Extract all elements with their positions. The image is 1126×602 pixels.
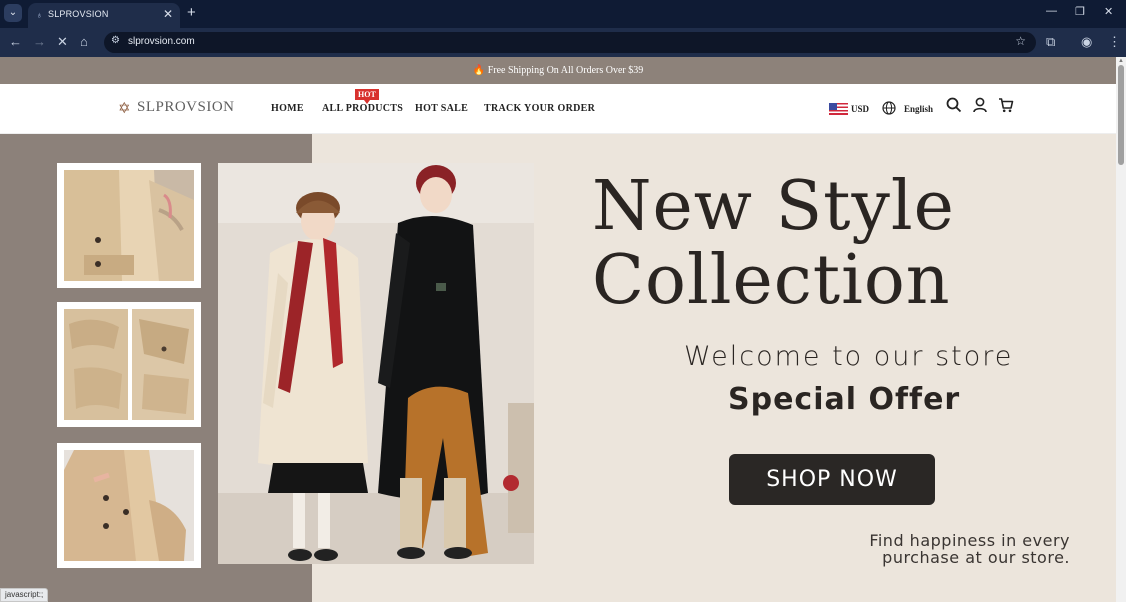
forward-arrow-icon[interactable]: → [33, 34, 46, 50]
bookmark-star-icon[interactable]: ☆ [1015, 34, 1026, 48]
cart-icon[interactable] [998, 97, 1014, 113]
nav-all-products[interactable]: ALL PRODUCTS [322, 103, 403, 114]
nav-home[interactable]: HOME [271, 103, 304, 114]
favicon-icon: ♁ [36, 10, 43, 20]
browser-tab-bar: ⌄ ♁ SLPROVSION ✕ + — ❐ ✕ [0, 0, 1126, 28]
fire-icon: 🔥 [472, 65, 486, 76]
site-header: ✡ SLPROVSION HOME HOT ALL PRODUCTS HOT S… [0, 84, 1116, 134]
url-text: slprovsion.com [128, 36, 195, 47]
thumbnail-coat-sleeve [57, 163, 201, 288]
coat-sleeve-image [64, 170, 194, 281]
logo-text[interactable]: SLPROVSION [137, 99, 235, 116]
address-bar[interactable]: ⚙ slprovsion.com ☆ [104, 32, 1036, 53]
hot-badge: HOT [355, 89, 379, 104]
star-of-david-logo-icon: ✡ [118, 100, 131, 117]
stop-loading-icon[interactable]: ✕ [57, 34, 68, 50]
hero-banner[interactable]: New Style Collection Welcome to our stor… [0, 134, 1116, 602]
minimize-button[interactable]: — [1046, 5, 1057, 17]
hero-model-photo [218, 163, 534, 564]
menu-dots-icon[interactable]: ⋮ [1108, 34, 1121, 50]
site-info-icon[interactable]: ⚙ [111, 35, 120, 46]
language-selector[interactable]: English [904, 104, 933, 114]
scrollbar-thumb[interactable] [1118, 65, 1124, 165]
close-window-button[interactable]: ✕ [1104, 5, 1113, 18]
new-tab-button[interactable]: + [187, 4, 196, 22]
special-offer-text: Special Offer [728, 382, 961, 417]
back-arrow-icon[interactable]: ← [9, 34, 22, 50]
thumbnail-coat-detail [57, 302, 201, 427]
close-tab-icon[interactable]: ✕ [163, 7, 173, 21]
announcement-text: Free Shipping On All Orders Over $39 [487, 65, 644, 76]
models-in-winter-coats-image [218, 163, 534, 564]
scroll-up-arrow-icon[interactable]: ▲ [1118, 58, 1124, 64]
tagline-line-1: Find happiness in every [869, 531, 1070, 550]
restore-button[interactable]: ❐ [1075, 5, 1085, 18]
hero-tagline: Find happiness in every purchase at our … [860, 532, 1070, 566]
tab-title: SLPROVSION [48, 9, 109, 19]
thumbnail-coat-buttons [57, 443, 201, 568]
tagline-line-2: purchase at our store. [882, 548, 1070, 567]
headline-line-2: Collection [592, 241, 951, 320]
browser-toolbar: ← → ✕ ⌂ ⚙ slprovsion.com ☆ ⧉ ◉ ⋮ [0, 28, 1126, 57]
profile-icon[interactable]: ◉ [1081, 34, 1092, 50]
coat-buttons-image [64, 450, 194, 561]
headline-line-1: New Style [592, 167, 955, 246]
extensions-icon[interactable]: ⧉ [1046, 34, 1055, 50]
hero-headline: New Style Collection [592, 170, 955, 318]
coat-detail-image [64, 309, 194, 420]
page-scrollbar[interactable]: ▲ [1116, 57, 1126, 602]
page-viewport: 🔥 Free Shipping On All Orders Over $39 ✡… [0, 57, 1116, 602]
currency-selector[interactable]: USD [851, 104, 869, 114]
browser-tab[interactable]: ♁ SLPROVSION ✕ [28, 3, 180, 28]
us-flag-icon[interactable] [829, 103, 848, 115]
tab-search-button[interactable]: ⌄ [4, 4, 22, 22]
search-icon[interactable] [946, 97, 962, 113]
status-bar-url: javascript:; [0, 588, 49, 602]
account-icon[interactable] [972, 97, 988, 113]
welcome-text: Welcome to our store [684, 341, 1014, 372]
nav-track-order[interactable]: TRACK YOUR ORDER [484, 103, 595, 114]
announcement-bar: 🔥 Free Shipping On All Orders Over $39 [0, 57, 1116, 84]
nav-hot-sale[interactable]: HOT SALE [415, 103, 468, 114]
home-icon[interactable]: ⌂ [80, 34, 88, 50]
shop-now-button[interactable]: SHOP NOW [729, 454, 935, 505]
globe-icon[interactable] [882, 101, 896, 115]
